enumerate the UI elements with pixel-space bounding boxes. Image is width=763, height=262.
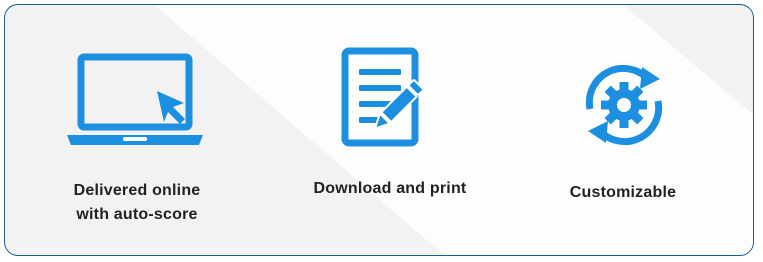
- feature-label-online: Delivered online with auto-score: [73, 182, 201, 223]
- feature-download-print: Download and print: [295, 45, 485, 201]
- gear-refresh-icon: [585, 64, 663, 146]
- feature-delivered-online: Delivered online with auto-score: [67, 45, 207, 227]
- laptop-cursor-icon: [67, 53, 203, 145]
- feature-customizable: Customizable: [553, 45, 693, 205]
- document-pencil-icon: [341, 47, 425, 147]
- feature-label-print: Download and print: [313, 180, 467, 197]
- feature-label-custom: Customizable: [569, 184, 677, 201]
- features-card: Delivered online with auto-score Downloa…: [4, 4, 754, 256]
